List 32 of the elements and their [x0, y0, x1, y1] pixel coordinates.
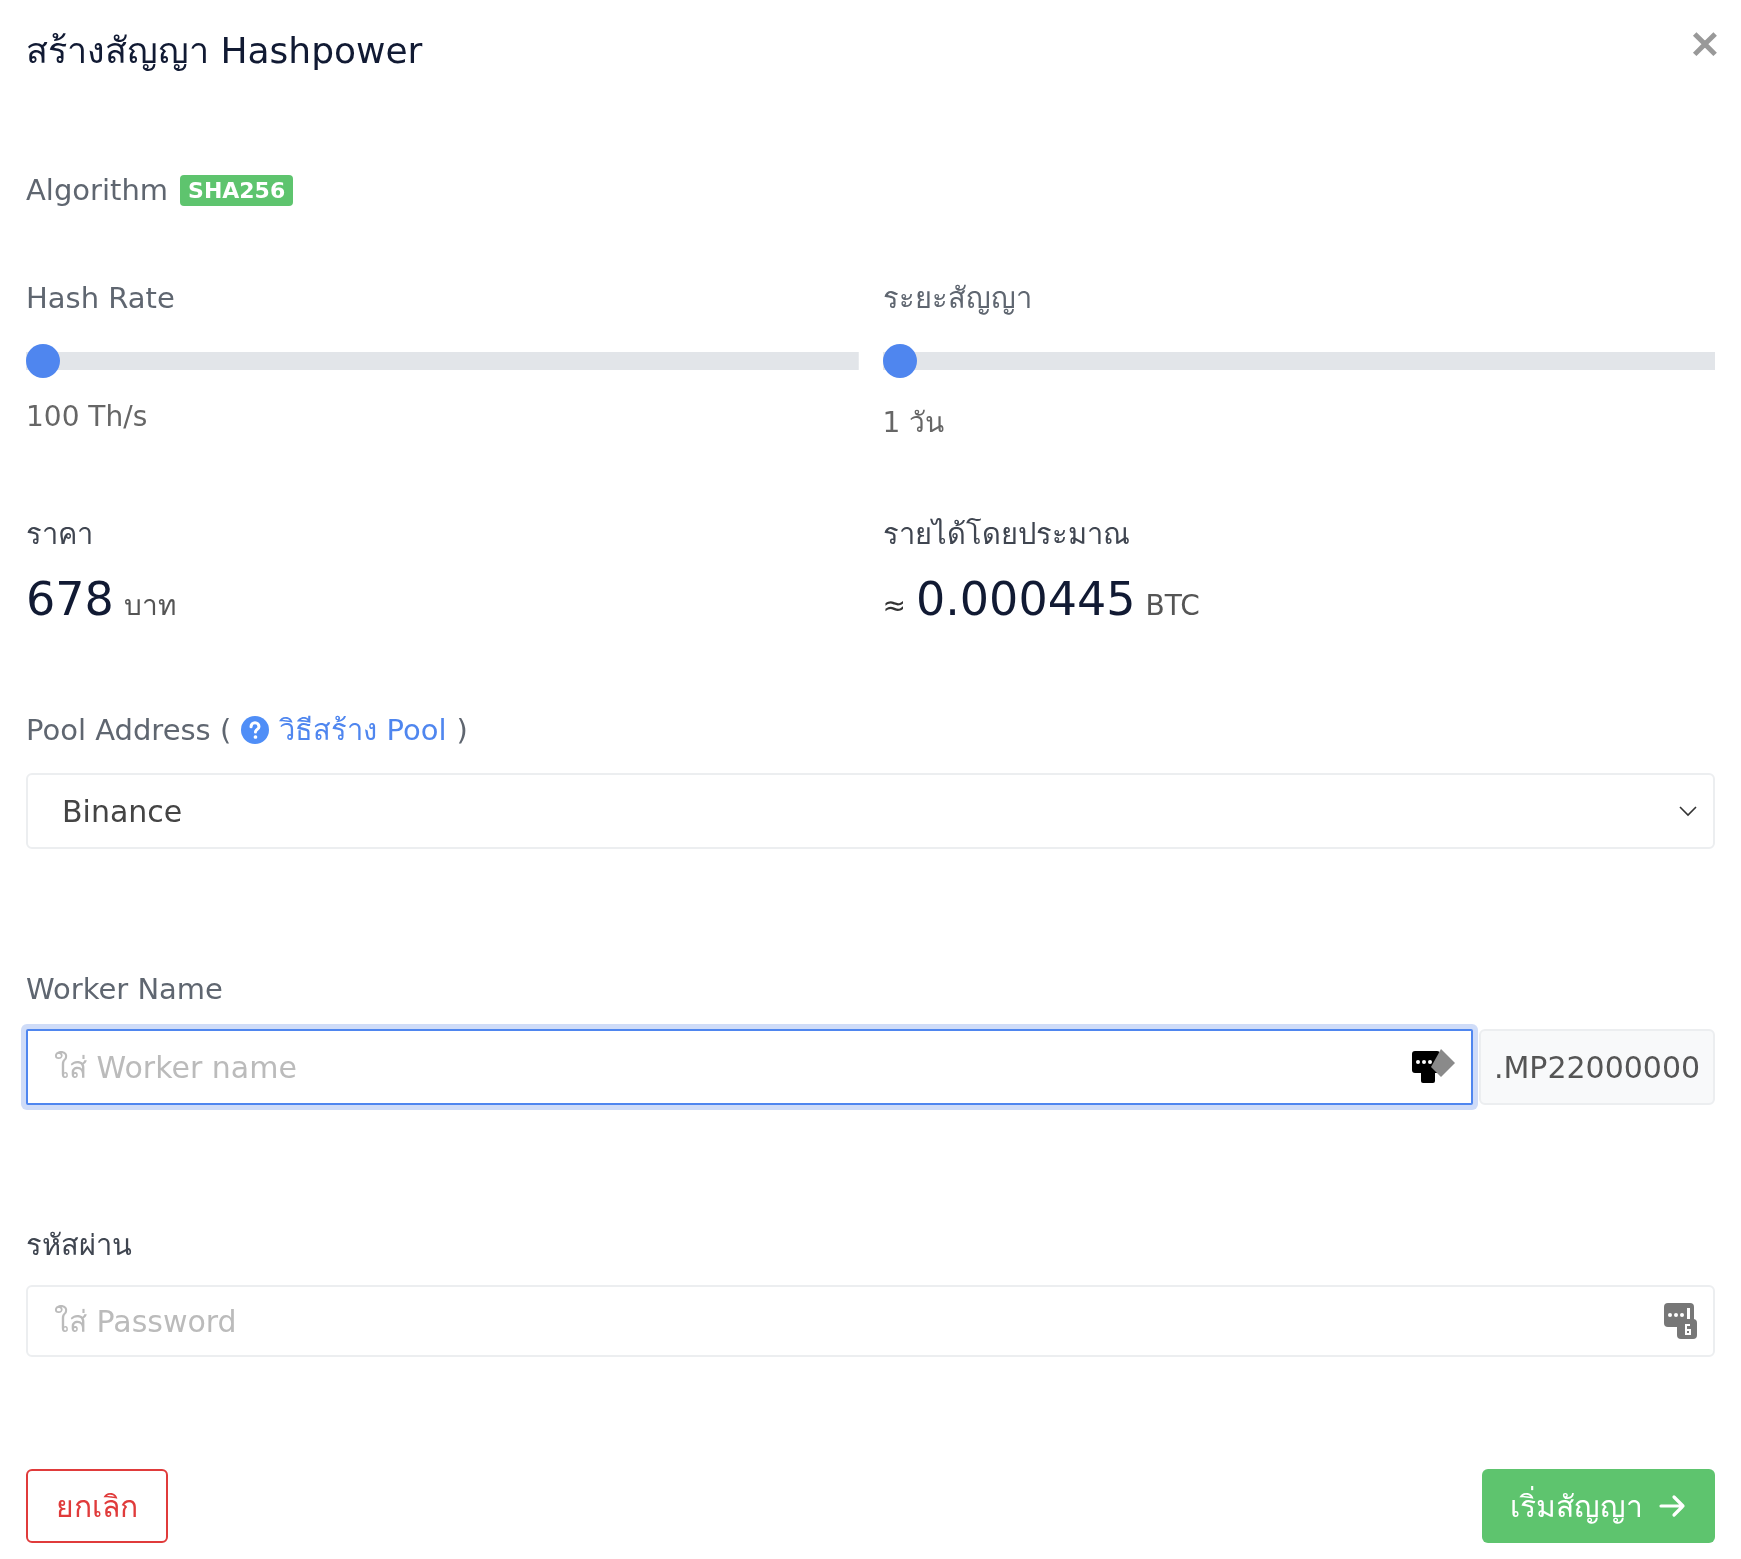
price-label: ราคา [26, 516, 94, 553]
earnings-value: 0.000445 [915, 572, 1136, 626]
worker-name-field[interactable]: ใส่ Worker name [26, 1029, 1473, 1105]
pool-label: Pool Address ( [26, 712, 232, 749]
chevron-down-icon [1679, 805, 1697, 817]
price-value: 678 [26, 572, 114, 626]
password-manager-icon [1663, 1301, 1699, 1341]
help-icon [241, 716, 270, 744]
slider-label: ระยะสัญญา [882, 280, 1033, 317]
algorithm-badge: SHA256 [180, 174, 294, 206]
algorithm-label: Algorithm [26, 172, 169, 209]
start-contract-button[interactable]: เริ่มสัญญา [1482, 1469, 1715, 1543]
approx-sign: ≈ [882, 589, 906, 622]
close-button[interactable]: ✕ [1689, 23, 1721, 67]
pool-select[interactable]: Binance [26, 773, 1715, 849]
price-unit: บาท [123, 588, 176, 624]
slider-label: Hash Rate [26, 280, 176, 317]
worker-label: Worker Name [26, 971, 224, 1008]
password-label: รหัสผ่าน [26, 1227, 133, 1264]
slider-value: 1 วัน [882, 405, 946, 441]
slider-thumb[interactable] [882, 344, 917, 378]
dialog-title: สร้างสัญญา Hashpower [26, 28, 423, 73]
earnings-label: รายได้โดยประมาณ [882, 516, 1131, 553]
worker-suffix: .MP22000000 [1479, 1029, 1715, 1105]
slider-thumb[interactable] [26, 344, 60, 378]
slider-value: 100 Th/s [26, 400, 149, 433]
arrow-right-icon [1659, 1494, 1687, 1518]
pool-label-end: ) [456, 712, 468, 749]
cancel-button[interactable]: ยกเลิก [26, 1469, 168, 1543]
how-to-create-pool-link[interactable]: วิธีสร้าง Pool [279, 707, 447, 753]
password-field[interactable]: ใส่ Password [26, 1285, 1715, 1357]
earnings-unit: BTC [1145, 589, 1200, 622]
